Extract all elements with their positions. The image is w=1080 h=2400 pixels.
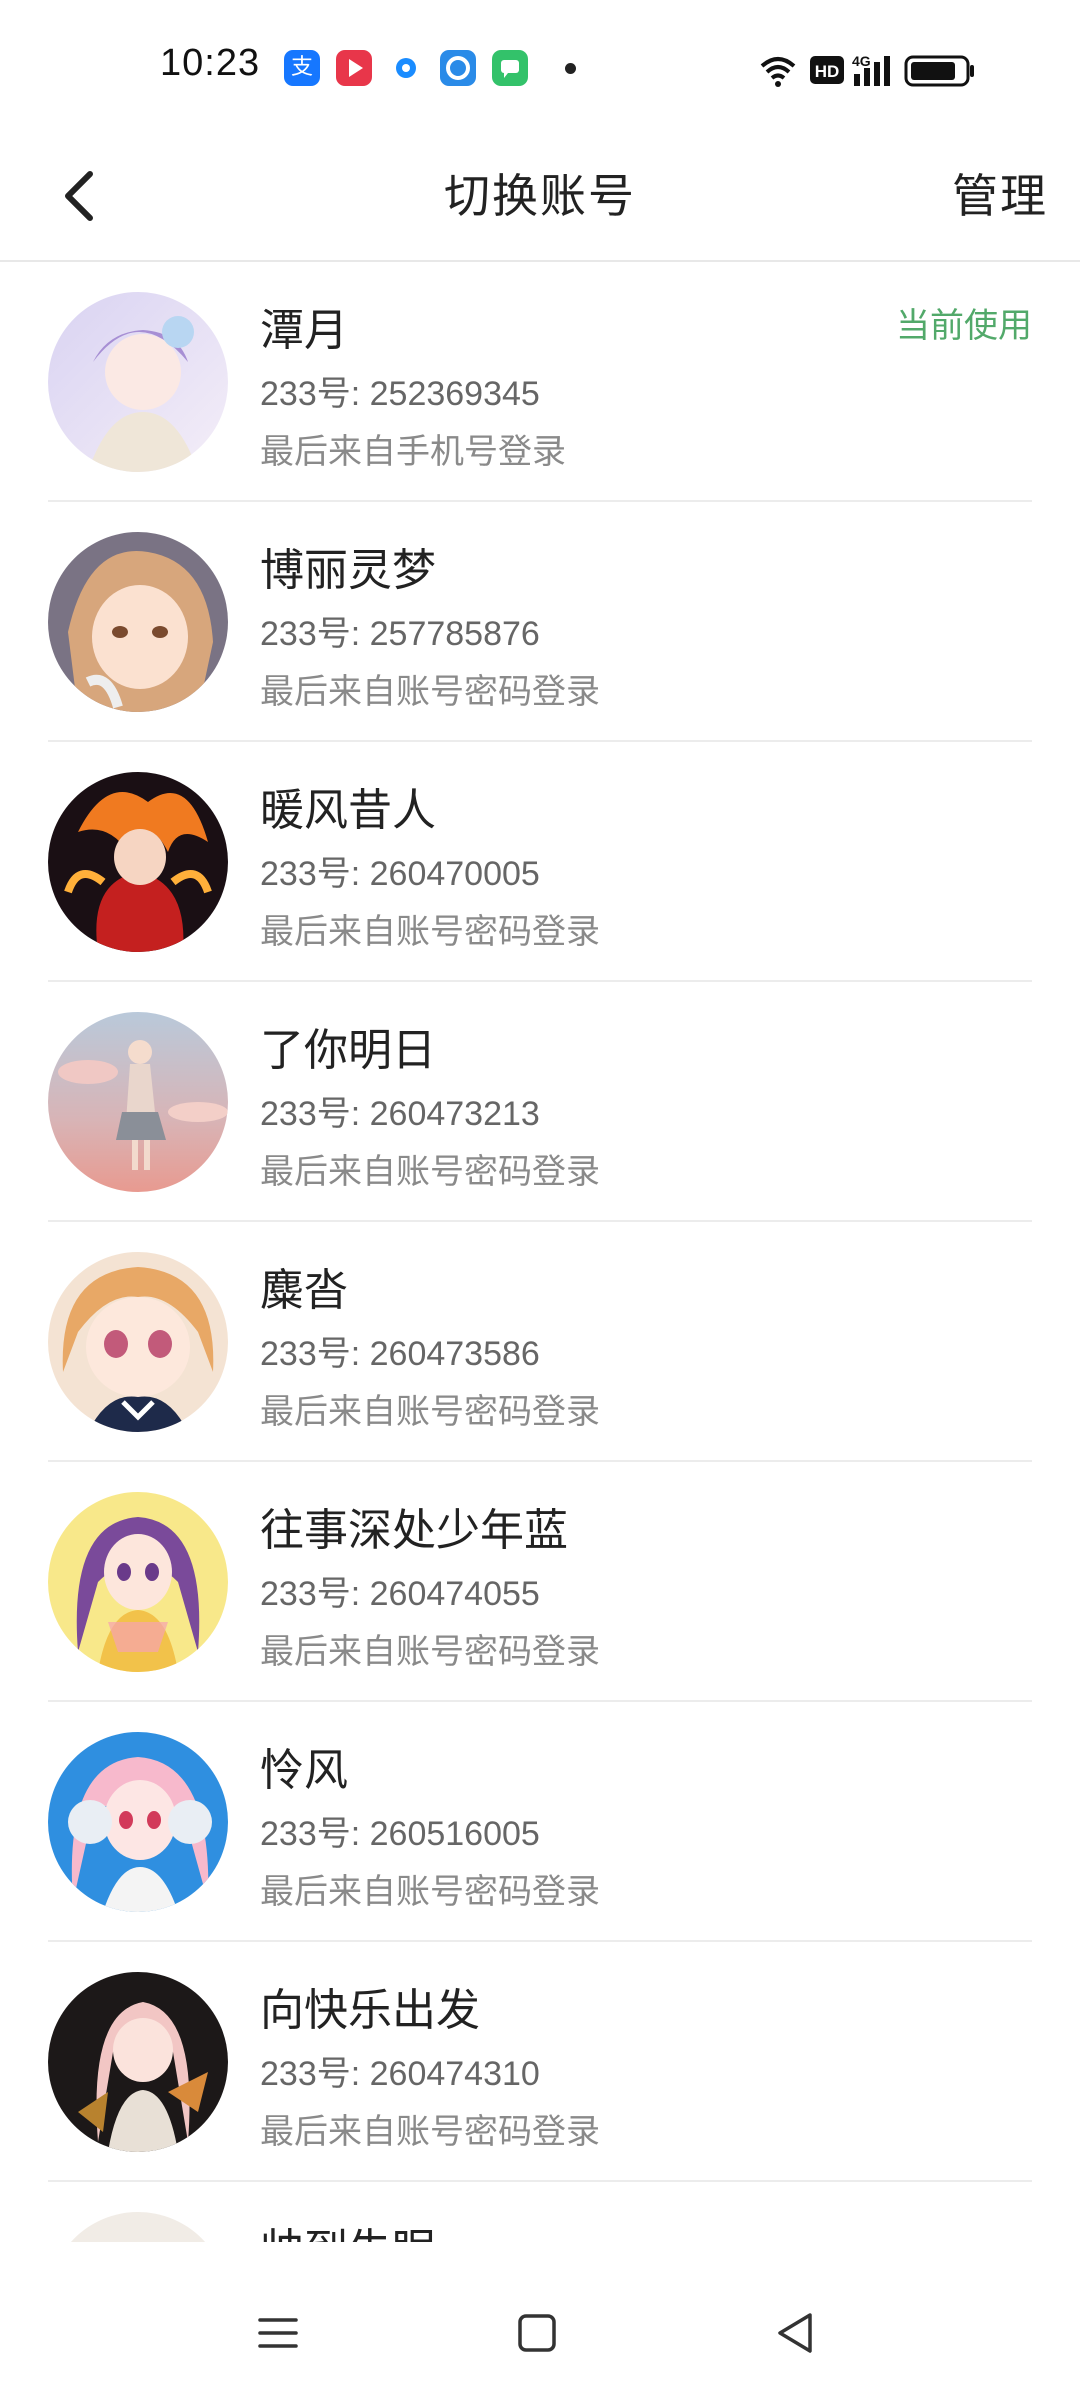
account-list: 潭月 233号: 252369345 最后来自手机号登录 当前使用 博丽灵梦 2… bbox=[0, 262, 1080, 2242]
home-button[interactable] bbox=[502, 2298, 572, 2368]
avatar bbox=[48, 1252, 228, 1432]
hd-icon: HD bbox=[810, 56, 844, 84]
avatar bbox=[48, 1012, 228, 1192]
account-name: 潭月 bbox=[260, 305, 348, 356]
status-indicators: HD 4G bbox=[754, 48, 994, 88]
account-name: 帅到失眠 bbox=[260, 2214, 436, 2242]
status-time: 10:23 bbox=[160, 42, 261, 84]
account-item[interactable]: 往事深处少年蓝 233号: 260474055 最后来自账号密码登录 bbox=[48, 1462, 1032, 1702]
account-item[interactable]: 了你明日 233号: 260473213 最后来自账号密码登录 bbox=[48, 982, 1032, 1222]
account-item[interactable]: 博丽灵梦 233号: 257785876 最后来自账号密码登录 bbox=[48, 502, 1032, 742]
account-name: 向快乐出发 bbox=[260, 1985, 480, 2036]
menu-icon bbox=[258, 2318, 298, 2348]
avatar bbox=[48, 532, 228, 712]
menu-button[interactable] bbox=[243, 2298, 313, 2368]
account-item[interactable]: 怜风 233号: 260516005 最后来自账号密码登录 bbox=[48, 1702, 1032, 1942]
avatar bbox=[48, 1492, 228, 1672]
last-login-method: 最后来自账号密码登录 bbox=[260, 1152, 600, 1192]
last-login-method: 最后来自账号密码登录 bbox=[260, 1872, 600, 1912]
video-app-icon bbox=[336, 50, 372, 86]
wifi-icon bbox=[760, 57, 796, 87]
account-id: 233号: 260473213 bbox=[260, 1095, 540, 1133]
back-triangle-icon bbox=[778, 2313, 812, 2353]
system-nav-bar bbox=[0, 2268, 1080, 2400]
back-nav-button[interactable] bbox=[760, 2298, 830, 2368]
alipay-icon: 支 bbox=[284, 50, 320, 86]
account-id: 233号: 260473586 bbox=[260, 1335, 540, 1373]
status-bar: 10:23 支 HD 4G bbox=[0, 0, 1080, 130]
account-name: 了你明日 bbox=[260, 1025, 436, 1076]
account-id: 233号: 260516005 bbox=[260, 1815, 540, 1853]
last-login-method: 最后来自账号密码登录 bbox=[260, 1632, 600, 1672]
more-notifications-dot bbox=[565, 63, 576, 74]
account-item[interactable]: 帅到失眠 bbox=[48, 2182, 1032, 2242]
manage-button[interactable]: 管理 bbox=[952, 160, 1048, 226]
last-login-method: 最后来自账号密码登录 bbox=[260, 912, 600, 952]
battery-icon bbox=[904, 55, 974, 87]
svg-text:4G: 4G bbox=[852, 53, 871, 69]
signal-icon: 4G bbox=[852, 53, 890, 86]
avatar bbox=[48, 1732, 228, 1912]
browser-app-icon bbox=[388, 50, 424, 86]
current-account-badge: 当前使用 bbox=[896, 306, 1032, 346]
account-id: 233号: 260474310 bbox=[260, 2055, 540, 2093]
account-name: 怜风 bbox=[260, 1745, 348, 1796]
account-item[interactable]: 暖风昔人 233号: 260470005 最后来自账号密码登录 bbox=[48, 742, 1032, 982]
account-id: 233号: 260470005 bbox=[260, 855, 540, 893]
account-name: 往事深处少年蓝 bbox=[260, 1505, 568, 1556]
svg-text:HD: HD bbox=[815, 62, 840, 81]
page-title: 切换账号 bbox=[444, 169, 636, 223]
header: 切换账号 管理 bbox=[0, 130, 1080, 262]
account-item[interactable]: 麋沓 233号: 260473586 最后来自账号密码登录 bbox=[48, 1222, 1032, 1462]
avatar bbox=[48, 772, 228, 952]
account-item[interactable]: 向快乐出发 233号: 260474310 最后来自账号密码登录 bbox=[48, 1942, 1032, 2182]
account-id: 233号: 257785876 bbox=[260, 615, 540, 653]
message-app-icon bbox=[492, 50, 528, 86]
account-name: 麋沓 bbox=[260, 1265, 348, 1316]
last-login-method: 最后来自账号密码登录 bbox=[260, 1392, 600, 1432]
avatar bbox=[48, 1972, 228, 2152]
avatar bbox=[48, 292, 228, 472]
account-name: 暖风昔人 bbox=[260, 785, 436, 836]
account-id: 233号: 252369345 bbox=[260, 375, 540, 413]
last-login-method: 最后来自账号密码登录 bbox=[260, 672, 600, 712]
avatar bbox=[48, 2212, 228, 2242]
home-icon bbox=[518, 2314, 556, 2352]
account-id: 233号: 260474055 bbox=[260, 1575, 540, 1613]
last-login-method: 最后来自手机号登录 bbox=[260, 432, 566, 472]
account-item[interactable]: 潭月 233号: 252369345 最后来自手机号登录 当前使用 bbox=[48, 262, 1032, 502]
qq-browser-icon bbox=[440, 50, 476, 86]
account-name: 博丽灵梦 bbox=[260, 545, 436, 596]
last-login-method: 最后来自账号密码登录 bbox=[260, 2112, 600, 2152]
